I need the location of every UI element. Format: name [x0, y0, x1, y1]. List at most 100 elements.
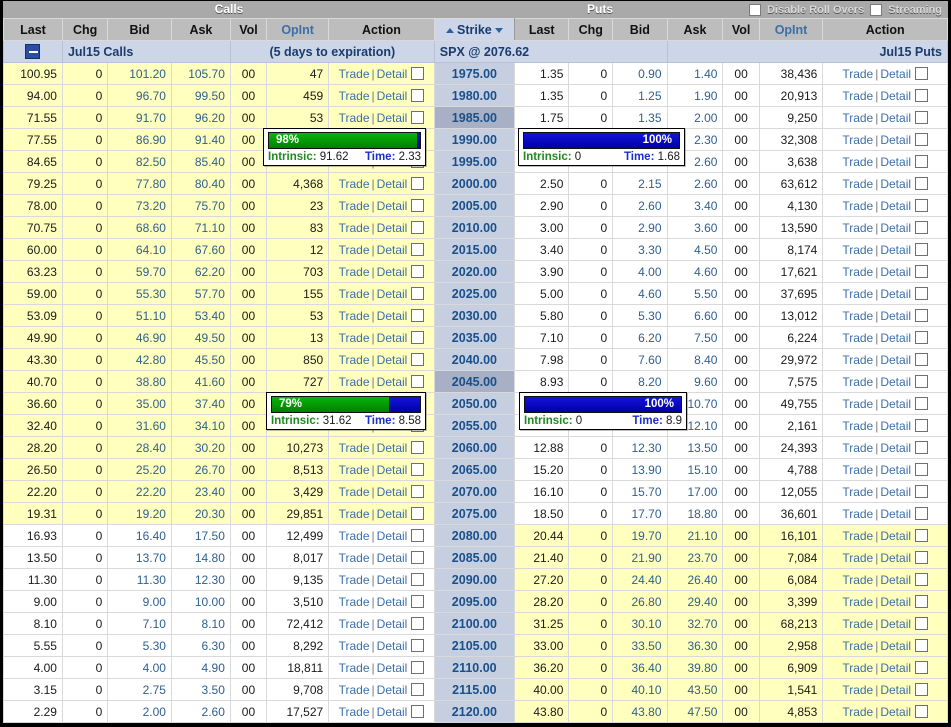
- trade-link[interactable]: Trade: [842, 705, 873, 719]
- strike-cell[interactable]: 2010.00: [433, 216, 516, 239]
- row-select-checkbox[interactable]: [411, 506, 425, 520]
- disable-rollovers-checkbox[interactable]: [748, 3, 761, 16]
- detail-link[interactable]: Detail: [377, 177, 408, 191]
- trade-link[interactable]: Trade: [339, 595, 370, 609]
- header-call-ask[interactable]: Ask: [170, 18, 231, 41]
- header-put-vol[interactable]: Vol: [722, 18, 760, 41]
- trade-link[interactable]: Trade: [842, 419, 873, 433]
- row-select-checkbox[interactable]: [915, 638, 929, 652]
- row-select-checkbox[interactable]: [915, 704, 929, 718]
- row-select-checkbox[interactable]: [411, 528, 425, 542]
- detail-link[interactable]: Detail: [880, 441, 911, 455]
- row-select-checkbox[interactable]: [915, 198, 929, 212]
- header-put-last[interactable]: Last: [514, 18, 570, 41]
- row-select-checkbox[interactable]: [915, 242, 929, 256]
- detail-link[interactable]: Detail: [880, 221, 911, 235]
- detail-link[interactable]: Detail: [377, 485, 408, 499]
- strike-cell[interactable]: 1990.00: [433, 128, 516, 151]
- row-select-checkbox[interactable]: [411, 682, 425, 696]
- detail-link[interactable]: Detail: [880, 419, 911, 433]
- trade-link[interactable]: Trade: [339, 573, 370, 587]
- detail-link[interactable]: Detail: [880, 661, 911, 675]
- row-select-checkbox[interactable]: [411, 704, 425, 718]
- detail-link[interactable]: Detail: [377, 441, 408, 455]
- detail-link[interactable]: Detail: [377, 309, 408, 323]
- row-select-checkbox[interactable]: [411, 242, 425, 256]
- row-select-checkbox[interactable]: [915, 506, 929, 520]
- detail-link[interactable]: Detail: [880, 309, 911, 323]
- detail-link[interactable]: Detail: [377, 463, 408, 477]
- detail-link[interactable]: Detail: [880, 397, 911, 411]
- header-call-vol[interactable]: Vol: [229, 18, 268, 41]
- trade-link[interactable]: Trade: [339, 639, 370, 653]
- detail-link[interactable]: Detail: [377, 89, 408, 103]
- row-select-checkbox[interactable]: [411, 374, 425, 388]
- trade-link[interactable]: Trade: [339, 243, 370, 257]
- trade-link[interactable]: Trade: [842, 573, 873, 587]
- trade-link[interactable]: Trade: [339, 661, 370, 675]
- detail-link[interactable]: Detail: [880, 463, 911, 477]
- strike-cell[interactable]: 2045.00: [433, 370, 516, 393]
- detail-link[interactable]: Detail: [880, 573, 911, 587]
- header-strike[interactable]: Strike: [433, 18, 516, 41]
- header-call-bid[interactable]: Bid: [107, 18, 172, 41]
- detail-link[interactable]: Detail: [880, 595, 911, 609]
- row-select-checkbox[interactable]: [915, 616, 929, 630]
- trade-link[interactable]: Trade: [842, 353, 873, 367]
- strike-cell[interactable]: 2080.00: [433, 524, 516, 547]
- trade-link[interactable]: Trade: [339, 89, 370, 103]
- row-select-checkbox[interactable]: [915, 660, 929, 674]
- detail-link[interactable]: Detail: [880, 375, 911, 389]
- strike-cell[interactable]: 2000.00: [433, 172, 516, 195]
- trade-link[interactable]: Trade: [339, 67, 370, 81]
- row-select-checkbox[interactable]: [915, 682, 929, 696]
- trade-link[interactable]: Trade: [339, 463, 370, 477]
- detail-link[interactable]: Detail: [377, 287, 408, 301]
- header-call-last[interactable]: Last: [3, 18, 63, 41]
- detail-link[interactable]: Detail: [377, 353, 408, 367]
- trade-link[interactable]: Trade: [842, 661, 873, 675]
- detail-link[interactable]: Detail: [377, 639, 408, 653]
- detail-link[interactable]: Detail: [880, 617, 911, 631]
- detail-link[interactable]: Detail: [880, 243, 911, 257]
- detail-link[interactable]: Detail: [880, 199, 911, 213]
- detail-link[interactable]: Detail: [880, 639, 911, 653]
- row-select-checkbox[interactable]: [411, 176, 425, 190]
- detail-link[interactable]: Detail: [880, 265, 911, 279]
- strike-cell[interactable]: 2005.00: [433, 194, 516, 217]
- trade-link[interactable]: Trade: [842, 309, 873, 323]
- trade-link[interactable]: Trade: [339, 485, 370, 499]
- detail-link[interactable]: Detail: [377, 595, 408, 609]
- row-select-checkbox[interactable]: [411, 594, 425, 608]
- trade-link[interactable]: Trade: [339, 309, 370, 323]
- row-select-checkbox[interactable]: [915, 374, 929, 388]
- header-put-chg[interactable]: Chg: [568, 18, 614, 41]
- trade-link[interactable]: Trade: [842, 155, 873, 169]
- detail-link[interactable]: Detail: [377, 221, 408, 235]
- trade-link[interactable]: Trade: [842, 221, 873, 235]
- trade-link[interactable]: Trade: [842, 441, 873, 455]
- strike-cell[interactable]: 2035.00: [433, 326, 516, 349]
- trade-link[interactable]: Trade: [842, 551, 873, 565]
- detail-link[interactable]: Detail: [880, 287, 911, 301]
- row-select-checkbox[interactable]: [411, 286, 425, 300]
- strike-cell[interactable]: 2065.00: [433, 458, 516, 481]
- row-select-checkbox[interactable]: [915, 550, 929, 564]
- strike-cell[interactable]: 2040.00: [433, 348, 516, 371]
- strike-cell[interactable]: 2025.00: [433, 282, 516, 305]
- trade-link[interactable]: Trade: [842, 177, 873, 191]
- row-select-checkbox[interactable]: [915, 594, 929, 608]
- row-select-checkbox[interactable]: [411, 110, 425, 124]
- trade-link[interactable]: Trade: [842, 331, 873, 345]
- trade-link[interactable]: Trade: [842, 617, 873, 631]
- strike-cell[interactable]: 2090.00: [433, 568, 516, 591]
- detail-link[interactable]: Detail: [880, 133, 911, 147]
- strike-cell[interactable]: 2030.00: [433, 304, 516, 327]
- detail-link[interactable]: Detail: [880, 353, 911, 367]
- trade-link[interactable]: Trade: [339, 551, 370, 565]
- trade-link[interactable]: Trade: [339, 177, 370, 191]
- trade-link[interactable]: Trade: [842, 639, 873, 653]
- trade-link[interactable]: Trade: [339, 265, 370, 279]
- trade-link[interactable]: Trade: [842, 595, 873, 609]
- detail-link[interactable]: Detail: [377, 67, 408, 81]
